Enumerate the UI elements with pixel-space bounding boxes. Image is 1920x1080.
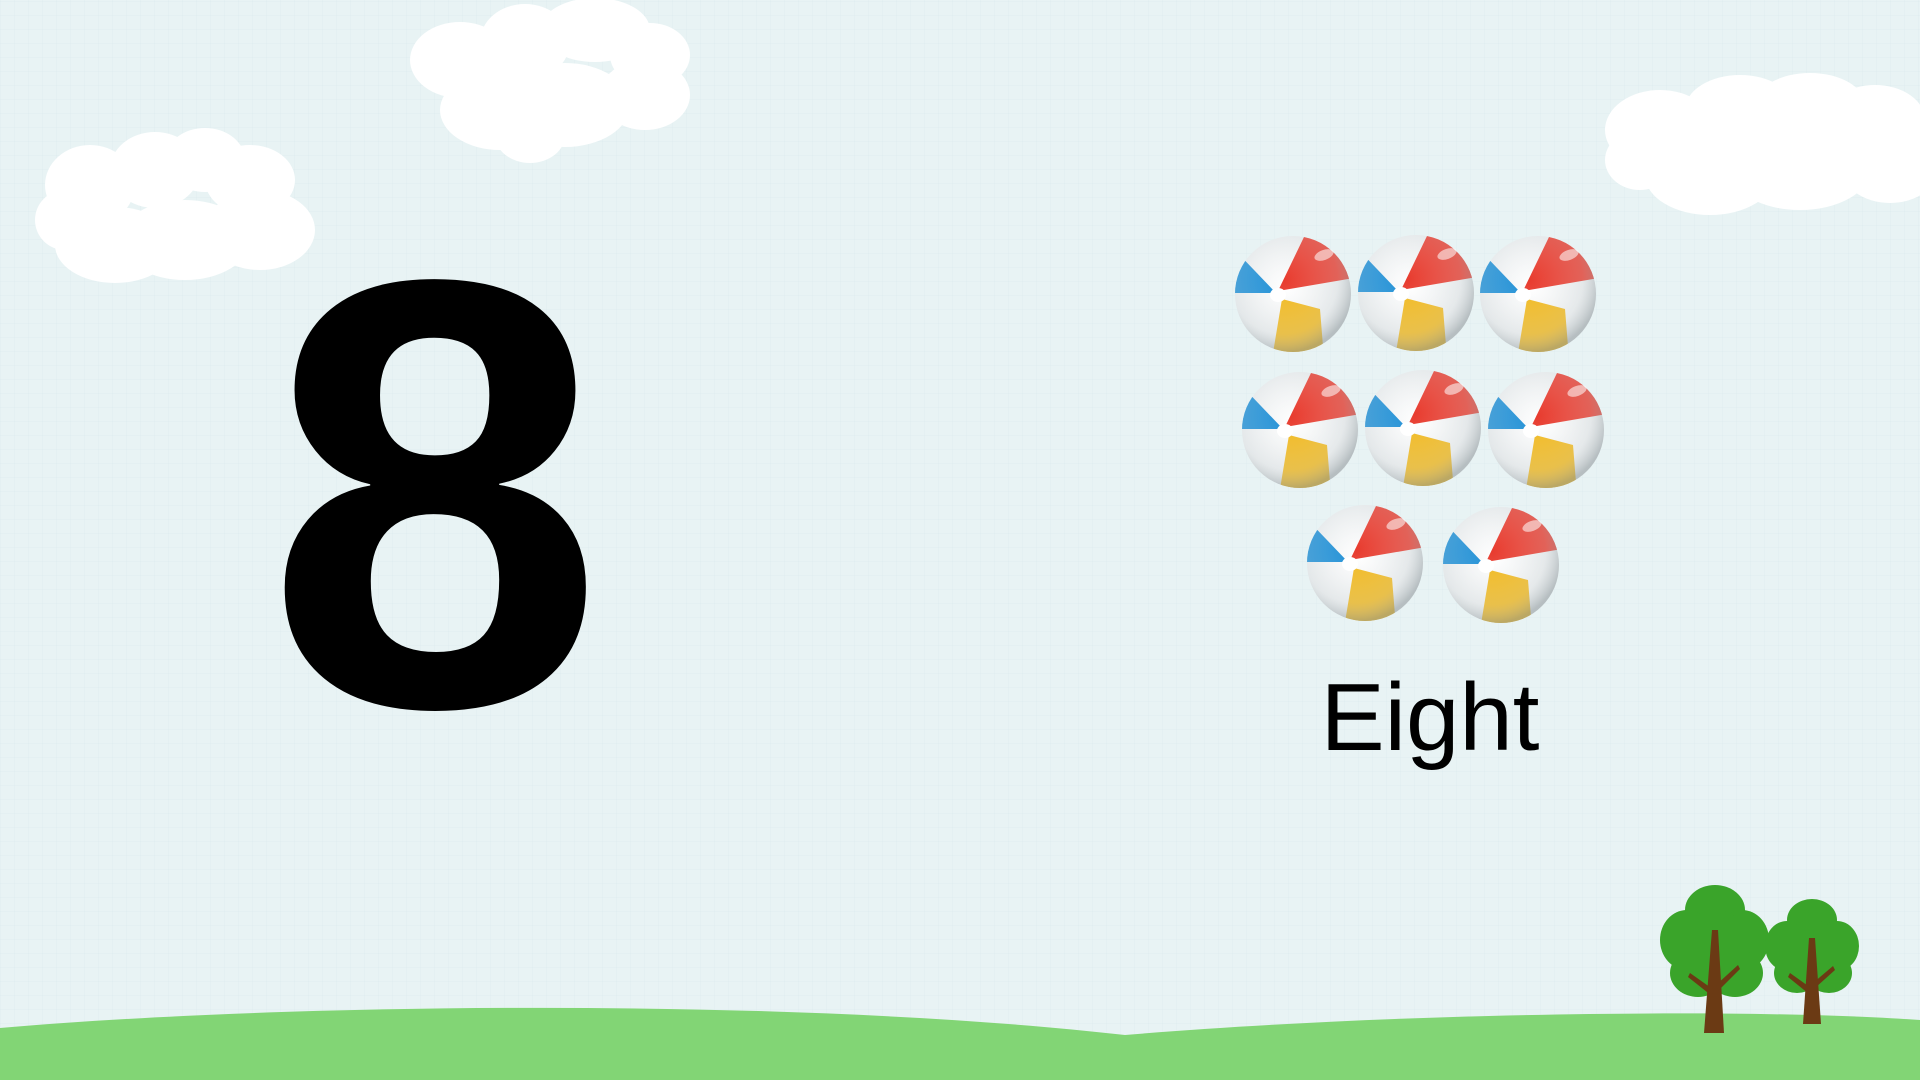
numeral-heading: 8 (265, 154, 605, 835)
tree-icon (1765, 899, 1859, 1024)
beach-ball-icon (1304, 502, 1426, 624)
cloud-icon (1605, 73, 1920, 215)
beach-ball-icon (1362, 367, 1484, 489)
tree-icon (1660, 885, 1769, 1033)
slide-canvas: 8 Eight (0, 0, 1920, 1080)
cloud-icon (410, 0, 690, 163)
beach-ball-icon (1485, 369, 1607, 491)
grass-ground (0, 1007, 1920, 1080)
number-word-label: Eight (1320, 664, 1540, 771)
beach-ball-icon (1440, 504, 1562, 626)
beach-ball-icon (1232, 233, 1354, 355)
beach-ball-icon (1355, 232, 1477, 354)
beach-ball-icon (1477, 233, 1599, 355)
beach-ball-icon (1239, 369, 1361, 491)
